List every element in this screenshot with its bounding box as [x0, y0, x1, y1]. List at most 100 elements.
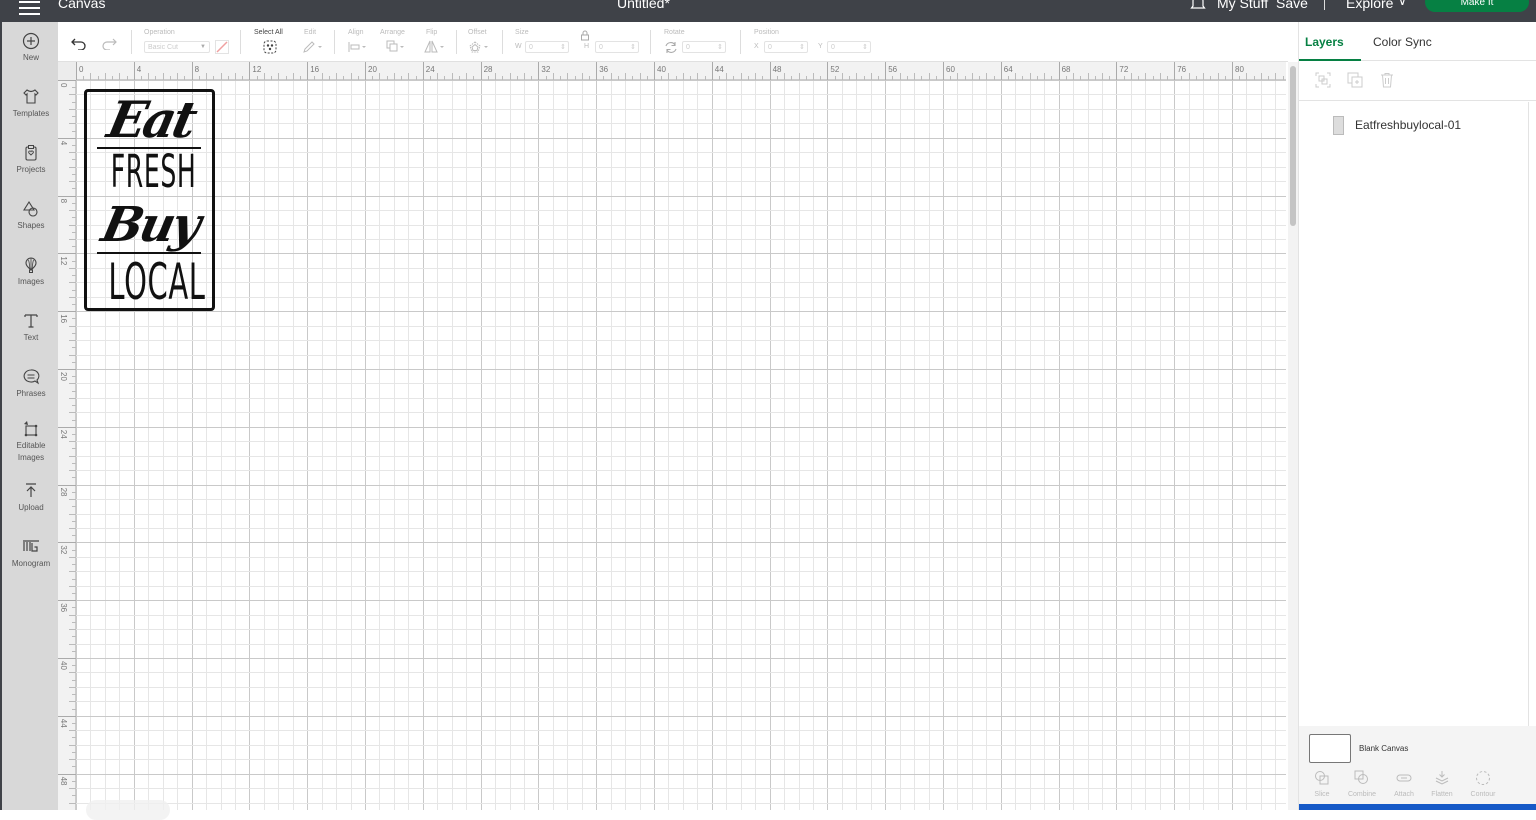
sidebar-item-shapes[interactable]: Shapes: [2, 198, 60, 232]
sidebar-item-templates[interactable]: Templates: [2, 86, 60, 120]
ruler-label: 0: [59, 83, 68, 88]
sidebar-item-phrases[interactable]: Phrases: [2, 366, 60, 400]
width-value: 0: [529, 44, 533, 51]
flatten-label: Flatten: [1431, 791, 1453, 798]
ruler-label: 48: [773, 65, 782, 74]
rotate-input[interactable]: 0 ⇕: [682, 41, 726, 53]
align-icon[interactable]: [348, 41, 370, 53]
position-y-input[interactable]: 0 ⇕: [827, 41, 871, 53]
ruler-label: 44: [59, 719, 68, 728]
blank-canvas-label: Blank Canvas: [1359, 744, 1409, 753]
make-it-button[interactable]: Make It: [1425, 0, 1529, 12]
edit-pencil-icon[interactable]: [302, 40, 324, 54]
speech-bubble-icon: [23, 369, 40, 385]
sidebar-item-monogram[interactable]: Monogram: [2, 536, 60, 570]
ruler-label: 64: [1004, 65, 1013, 74]
scrollbar-thumb[interactable]: [1290, 66, 1296, 226]
width-input[interactable]: 0 ⇕: [525, 41, 569, 53]
sidebar-label: Text: [23, 333, 39, 342]
linetype-color-swatch[interactable]: [215, 40, 229, 54]
ruler-label: 44: [715, 65, 724, 74]
stepper-icon[interactable]: ⇕: [862, 42, 868, 53]
design-text-local: LOCAL: [108, 253, 206, 311]
sidebar-item-images[interactable]: Images: [2, 254, 60, 288]
undo-icon[interactable]: [70, 36, 88, 50]
sidebar-item-projects[interactable]: Projects: [2, 142, 60, 176]
arrange-label: Arrange: [380, 29, 405, 36]
text-t-icon: [24, 314, 38, 328]
status-strip: [1299, 804, 1536, 810]
sidebar-label: New: [22, 53, 39, 62]
blank-canvas-swatch[interactable]: [1309, 734, 1351, 763]
save-button[interactable]: Save: [1276, 0, 1308, 11]
hamburger-menu-icon[interactable]: [19, 1, 40, 15]
combine-button[interactable]: Combine: [1342, 770, 1382, 801]
height-input[interactable]: 0 ⇕: [595, 41, 639, 53]
contour-button[interactable]: Contour: [1463, 770, 1503, 801]
vertical-scrollbar[interactable]: [1288, 62, 1298, 810]
design-image-eatfreshbuylocal[interactable]: Eat FRESH Buy LOCAL: [84, 89, 215, 311]
ruler-label: 32: [541, 65, 550, 74]
ruler-label: 16: [59, 314, 68, 323]
sidebar-label: Phrases: [16, 389, 46, 398]
design-text-fresh: FRESH: [110, 145, 197, 198]
trash-icon[interactable]: [1379, 72, 1395, 88]
bell-icon[interactable]: [1190, 0, 1206, 12]
ruler-label: 4: [59, 141, 68, 146]
position-x-input[interactable]: 0 ⇕: [764, 41, 808, 53]
sidebar-item-upload[interactable]: Upload: [2, 480, 60, 514]
combine-icon: [1354, 770, 1368, 784]
divider: [1324, 0, 1325, 10]
flip-label: Flip: [426, 29, 438, 36]
operation-select[interactable]: Basic Cut ▼: [144, 41, 210, 53]
ruler-label: 36: [59, 603, 68, 612]
flatten-icon: [1435, 771, 1449, 785]
slice-button[interactable]: Slice: [1302, 770, 1342, 801]
tab-layers[interactable]: Layers: [1305, 35, 1344, 49]
select-all-label[interactable]: Select All: [254, 29, 283, 36]
duplicate-icon[interactable]: [1347, 72, 1363, 88]
sidebar-item-text[interactable]: Text: [2, 310, 60, 344]
ruler-label: 40: [657, 65, 666, 74]
ruler-label: 16: [310, 65, 319, 74]
left-sidebar: New Templates Projects Shapes Images Tex…: [0, 22, 58, 810]
group-icon[interactable]: [1315, 72, 1331, 88]
chevron-down-icon[interactable]: ∨: [1398, 0, 1407, 8]
offset-icon[interactable]: [468, 40, 492, 55]
width-label: W: [515, 43, 522, 50]
zoom-control[interactable]: [86, 800, 170, 820]
ruler-label: 72: [1119, 65, 1128, 74]
arrange-icon[interactable]: [386, 40, 408, 54]
attach-button[interactable]: Attach: [1384, 770, 1424, 801]
rotate-label: Rotate: [664, 29, 685, 36]
layer-item[interactable]: Eatfreshbuylocal-01: [1299, 114, 1529, 138]
my-stuff-link[interactable]: My Stuff: [1217, 0, 1268, 11]
right-panel: Layers Color Sync Eatfreshbuylocal-01 Bl…: [1298, 22, 1536, 810]
align-label: Align: [348, 29, 364, 36]
stepper-icon[interactable]: ⇕: [630, 42, 636, 53]
design-text-eat: Eat: [102, 90, 200, 149]
flip-icon[interactable]: [423, 39, 447, 54]
x-value: 0: [768, 44, 772, 51]
select-all-icon[interactable]: [263, 40, 277, 54]
flatten-button[interactable]: Flatten: [1422, 770, 1462, 801]
app-title: Canvas: [58, 0, 106, 11]
monogram-icon: [23, 540, 39, 552]
height-value: 0: [599, 44, 603, 51]
explore-menu[interactable]: Explore: [1346, 0, 1393, 11]
rotate-icon[interactable]: [664, 41, 678, 54]
ruler-label: 12: [59, 256, 68, 265]
divider: [650, 30, 651, 54]
lock-icon[interactable]: [580, 30, 590, 41]
sidebar-item-editable-images[interactable]: Editable Images: [2, 418, 60, 464]
layer-thumbnail: [1333, 116, 1344, 135]
sidebar-label: Shapes: [17, 221, 45, 230]
design-canvas[interactable]: 0 4 8 12 16 20 24 28 32 36 40 44 48 52 56 60 64 68 72 76 80 …: [58, 62, 1288, 810]
redo-icon[interactable]: [100, 36, 118, 50]
stepper-icon[interactable]: ⇕: [799, 42, 805, 53]
sidebar-item-new[interactable]: New: [2, 30, 60, 64]
stepper-icon[interactable]: ⇕: [560, 42, 566, 53]
document-title[interactable]: Untitled*: [617, 0, 670, 11]
stepper-icon[interactable]: ⇕: [717, 42, 723, 53]
tab-color-sync[interactable]: Color Sync: [1373, 35, 1432, 49]
